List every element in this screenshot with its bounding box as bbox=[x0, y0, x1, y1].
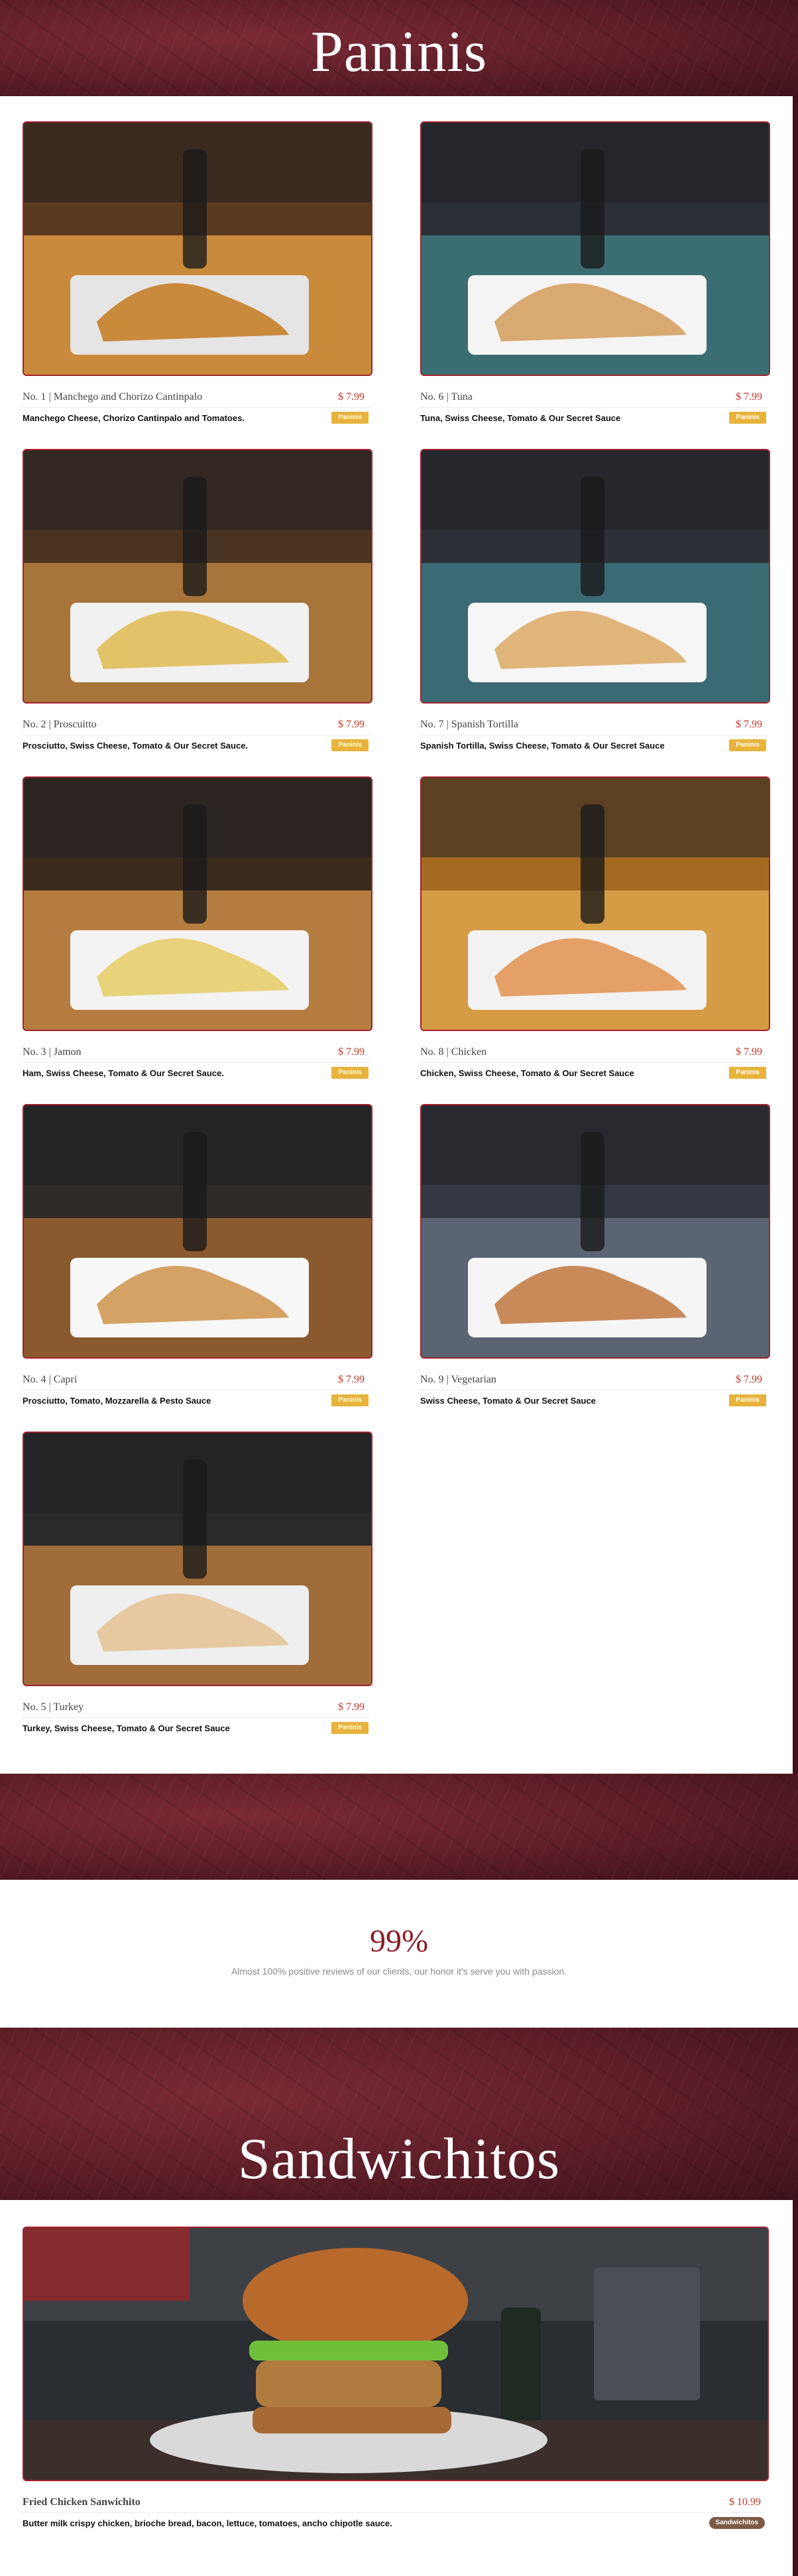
menu-item-name: Manchego and Chorizo Cantinpalo bbox=[53, 391, 203, 402]
title-separator: | bbox=[443, 1374, 451, 1385]
menu-item-price: $ 7.99 bbox=[338, 1701, 365, 1713]
menu-item-name: Proscuitto bbox=[53, 719, 97, 730]
menu-item-description: Prosciutto, Swiss Cheese, Tomato & Our S… bbox=[23, 741, 249, 751]
menu-item-header: No. 4 | Capri $ 7.99 bbox=[23, 1373, 370, 1390]
menu-item-price: $ 7.99 bbox=[338, 391, 365, 402]
panel-edge bbox=[793, 2200, 798, 2576]
category-tag[interactable]: Paninis bbox=[331, 1722, 369, 1734]
category-tag[interactable]: Paninis bbox=[331, 412, 369, 424]
menu-item-name: Spanish Tortilla bbox=[451, 719, 519, 730]
menu-item-description: Swiss Cheese, Tomato & Our Secret Sauce bbox=[420, 1396, 596, 1406]
category-tag[interactable]: Paninis bbox=[331, 1394, 369, 1406]
category-tag[interactable]: Sandwichitos bbox=[709, 2517, 765, 2529]
menu-item-price: $ 7.99 bbox=[736, 391, 762, 402]
category-tag[interactable]: Paninis bbox=[729, 412, 766, 424]
food-photo bbox=[23, 2227, 769, 2481]
food-photo bbox=[23, 1104, 372, 1359]
menu-item-description: Tuna, Swiss Cheese, Tomato & Our Secret … bbox=[420, 413, 621, 423]
food-photo bbox=[23, 776, 372, 1031]
menu-item-price: $ 7.99 bbox=[736, 1046, 762, 1058]
menu-item-name: Jamon bbox=[53, 1046, 82, 1058]
menu-item-number: No. 8 bbox=[420, 1046, 444, 1058]
menu-item-description: Manchego Cheese, Chorizo Cantinpalo and … bbox=[23, 413, 245, 423]
food-photo bbox=[23, 1432, 372, 1686]
sandwichitos-header: Sandwichitos bbox=[0, 2028, 798, 2200]
food-photo bbox=[420, 449, 770, 704]
title-separator: | bbox=[443, 719, 451, 730]
title-separator: | bbox=[46, 1374, 54, 1385]
menu-item-title: No. 3 | Jamon bbox=[23, 1046, 82, 1058]
category-tag[interactable]: Paninis bbox=[729, 1067, 766, 1079]
food-photo bbox=[420, 1104, 770, 1359]
title-separator: | bbox=[46, 391, 54, 402]
food-photo bbox=[23, 449, 372, 704]
review-caption: Almost 100% positive reviews of our clie… bbox=[231, 1966, 567, 1977]
menu-item-header: No. 6 | Tuna $ 7.99 bbox=[420, 390, 768, 408]
category-tag[interactable]: Paninis bbox=[729, 1394, 766, 1406]
menu-item-number: No. 1 bbox=[23, 391, 46, 402]
menu-item-title: No. 4 | Capri bbox=[23, 1374, 77, 1386]
section-title-paninis: Paninis bbox=[310, 20, 488, 84]
title-separator: | bbox=[443, 391, 451, 402]
menu-item-price: $ 7.99 bbox=[736, 1374, 762, 1385]
menu-item-title: No. 8 | Chicken bbox=[420, 1046, 486, 1058]
menu-item-number: No. 4 bbox=[23, 1374, 46, 1385]
menu-item-number: No. 6 bbox=[420, 391, 444, 402]
menu-item-number: No. 3 bbox=[23, 1046, 46, 1058]
title-separator: | bbox=[46, 719, 54, 730]
menu-item-description: Spanish Tortilla, Swiss Cheese, Tomato &… bbox=[420, 741, 665, 751]
menu-item-description: Prosciutto, Tomato, Mozzarella & Pesto S… bbox=[23, 1396, 211, 1406]
title-separator: | bbox=[46, 1046, 54, 1058]
paninis-header: Paninis bbox=[0, 0, 798, 96]
menu-item-header: No. 9 | Vegetarian $ 7.99 bbox=[420, 1373, 768, 1390]
menu-item-title: No. 9 | Vegetarian bbox=[420, 1374, 496, 1386]
panel-edge bbox=[793, 96, 798, 1774]
menu-item-name: Tuna bbox=[451, 391, 473, 402]
menu-item-title: No. 1 | Manchego and Chorizo Cantinpalo bbox=[23, 391, 202, 403]
menu-item-number: No. 2 bbox=[23, 719, 46, 730]
title-separator: | bbox=[46, 1701, 54, 1713]
menu-item-number: No. 9 bbox=[420, 1374, 444, 1385]
category-tag[interactable]: Paninis bbox=[331, 1067, 369, 1079]
divider-band bbox=[0, 1774, 798, 1880]
food-photo bbox=[420, 121, 770, 376]
menu-item-name: Chicken bbox=[451, 1046, 487, 1058]
menu-item-title: No. 7 | Spanish Tortilla bbox=[420, 719, 518, 731]
menu-item-name: Fried Chicken Sanwichito bbox=[23, 2496, 141, 2508]
food-photo bbox=[23, 121, 372, 376]
category-tag[interactable]: Paninis bbox=[331, 739, 369, 751]
menu-item-title: No. 6 | Tuna bbox=[420, 391, 473, 403]
menu-item-number: No. 7 bbox=[420, 719, 444, 730]
menu-item-price: $ 7.99 bbox=[338, 719, 365, 730]
title-separator: | bbox=[443, 1046, 451, 1058]
menu-item-header: No. 8 | Chicken $ 7.99 bbox=[420, 1045, 768, 1063]
review-percent: 99% bbox=[370, 1924, 428, 1959]
review-stat: 99% Almost 100% positive reviews of our … bbox=[0, 1923, 798, 1977]
food-photo bbox=[420, 776, 770, 1031]
menu-item-header: Fried Chicken Sanwichito $ 10.99 bbox=[23, 2495, 766, 2513]
menu-item-description: Ham, Swiss Cheese, Tomato & Our Secret S… bbox=[23, 1068, 224, 1078]
menu-item-price: $ 10.99 bbox=[729, 2496, 761, 2508]
menu-item-description: Butter milk crispy chicken, brioche brea… bbox=[23, 2518, 392, 2528]
menu-item-name: Vegetarian bbox=[451, 1374, 496, 1385]
section-title-sandwichitos: Sandwichitos bbox=[237, 2127, 561, 2191]
menu-item-description: Turkey, Swiss Cheese, Tomato & Our Secre… bbox=[23, 1723, 230, 1733]
menu-item-header: No. 7 | Spanish Tortilla $ 7.99 bbox=[420, 717, 768, 735]
category-tag[interactable]: Paninis bbox=[729, 739, 766, 751]
menu-item-header: No. 1 | Manchego and Chorizo Cantinpalo $… bbox=[23, 390, 370, 408]
menu-item-name: Capri bbox=[53, 1374, 78, 1385]
menu-item-title: No. 5 | Turkey bbox=[23, 1701, 84, 1713]
menu-item-price: $ 7.99 bbox=[736, 719, 762, 730]
menu-item-title: No. 2 | Proscuitto bbox=[23, 719, 97, 731]
menu-item-header: No. 3 | Jamon $ 7.99 bbox=[23, 1045, 370, 1063]
menu-item-header: No. 5 | Turkey $ 7.99 bbox=[23, 1700, 370, 1718]
menu-item-name: Turkey bbox=[53, 1701, 84, 1713]
menu-item-price: $ 7.99 bbox=[338, 1374, 365, 1385]
menu-item-description: Chicken, Swiss Cheese, Tomato & Our Secr… bbox=[420, 1068, 634, 1078]
menu-item-header: No. 2 | Proscuitto $ 7.99 bbox=[23, 717, 370, 735]
menu-item-number: No. 5 bbox=[23, 1701, 46, 1713]
menu-item-price: $ 7.99 bbox=[338, 1046, 365, 1058]
